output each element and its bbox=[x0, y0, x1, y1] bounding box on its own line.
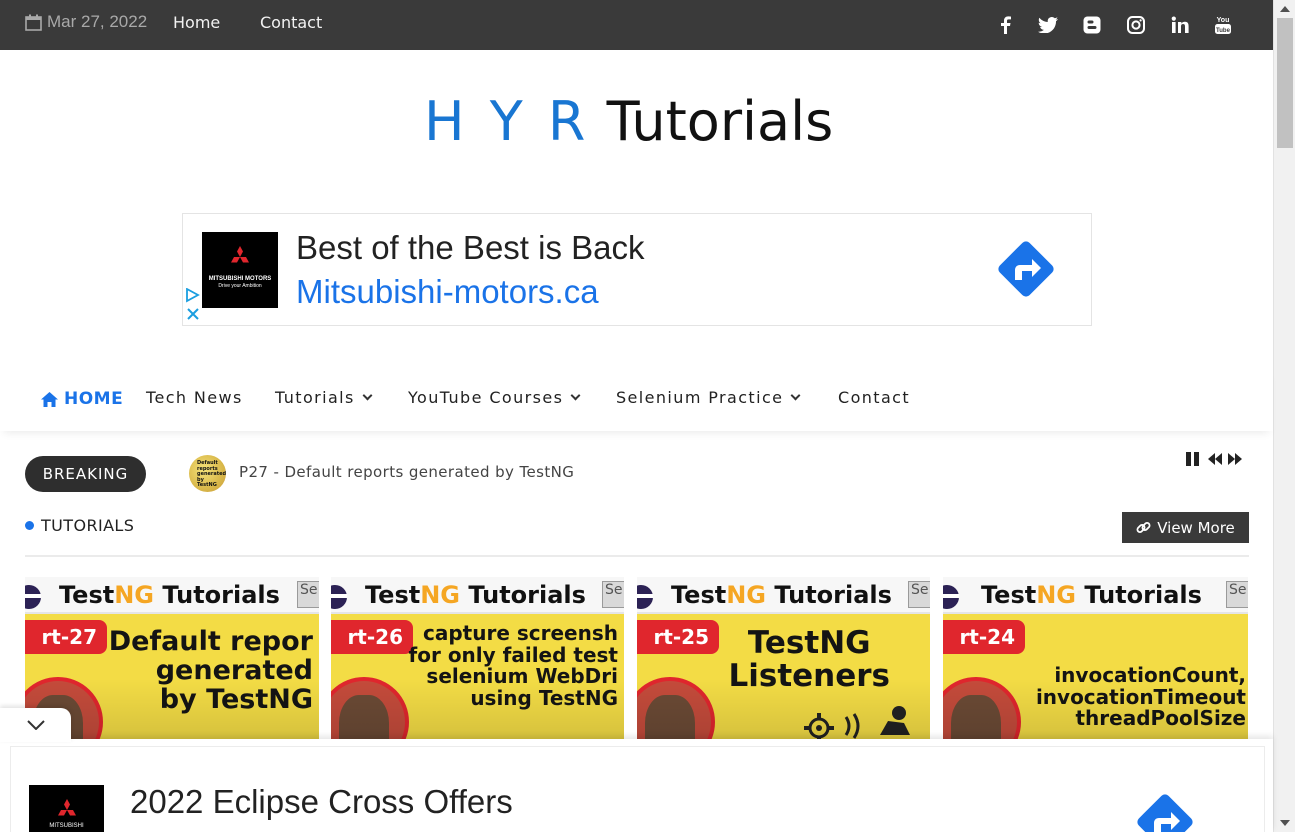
main-nav: HOME Tech News Tutorials YouTube Courses… bbox=[0, 368, 1273, 431]
view-more-label: View More bbox=[1157, 518, 1235, 537]
card-part-badge: rt-25 bbox=[637, 620, 719, 654]
chevron-down-icon bbox=[790, 390, 801, 401]
collapse-ad-button[interactable] bbox=[0, 708, 71, 742]
logo-tutorials: Tutorials bbox=[606, 90, 834, 153]
nav-contact-label: Contact bbox=[838, 388, 911, 407]
chevron-down-icon bbox=[362, 390, 373, 401]
ad-url[interactable]: Mitsubishi-motors.ca bbox=[296, 273, 599, 311]
youtube-icon[interactable]: You Tube bbox=[1212, 14, 1234, 36]
section-title-text: TUTORIALS bbox=[41, 516, 135, 535]
section-dot-icon bbox=[25, 521, 34, 530]
nav-tutorials-label: Tutorials bbox=[275, 388, 355, 407]
card-shade bbox=[943, 679, 1248, 739]
card-part-badge: rt-26 bbox=[331, 620, 413, 654]
ad-brand-text: MITSUBISHI MOTORS bbox=[208, 276, 272, 282]
eclipse-icon bbox=[943, 585, 959, 609]
card-part-badge: rt-27 bbox=[25, 620, 107, 654]
nav-home-label: HOME bbox=[64, 389, 124, 409]
ad-brand-tagline: Drive your Ambition bbox=[218, 283, 262, 290]
selenium-icon: Se bbox=[602, 581, 624, 608]
eclipse-icon bbox=[331, 585, 347, 609]
card-part-badge: rt-24 bbox=[943, 620, 1025, 654]
tutorial-card[interactable]: TestNG Tutorials Se rt-26 capture screen… bbox=[331, 577, 624, 739]
chevron-down-icon bbox=[26, 720, 45, 730]
ad-brand-logo[interactable]: MITSUBISHI MOTORS Drive your Ambition bbox=[202, 232, 278, 308]
mitsubishi-logo-icon bbox=[58, 799, 76, 816]
card-title-band: TestNG Tutorials Se bbox=[943, 577, 1248, 614]
chevron-down-icon bbox=[570, 390, 581, 401]
tutorial-card[interactable]: TestNG Tutorials Se rt-25 TestNG Listene… bbox=[637, 577, 930, 739]
sticky-ad-headline[interactable]: 2022 Eclipse Cross Offers bbox=[130, 783, 513, 821]
logo-hyr: H Y R bbox=[424, 90, 590, 153]
sticky-ad-brand-text: MITSUBISHI bbox=[49, 823, 84, 829]
card-series-title: TestNG Tutorials bbox=[671, 581, 892, 609]
top-link-home[interactable]: Home bbox=[173, 13, 220, 32]
nav-youtube-courses[interactable]: YouTube Courses bbox=[408, 388, 581, 407]
svg-text:You: You bbox=[1217, 17, 1230, 24]
calendar-icon bbox=[25, 14, 42, 31]
pause-icon[interactable] bbox=[1185, 451, 1201, 467]
facebook-icon[interactable] bbox=[994, 14, 1016, 36]
top-link-contact[interactable]: Contact bbox=[260, 13, 322, 32]
date-display: Mar 27, 2022 bbox=[25, 12, 147, 32]
link-icon bbox=[1136, 522, 1151, 533]
twitter-icon[interactable] bbox=[1037, 14, 1059, 36]
blogger-icon[interactable] bbox=[1081, 14, 1103, 36]
nav-home[interactable]: HOME bbox=[41, 389, 123, 409]
card-series-title: TestNG Tutorials bbox=[365, 581, 586, 609]
ad-headline[interactable]: Best of the Best is Back bbox=[296, 229, 645, 267]
ad-banner[interactable]: MITSUBISHI MOTORS Drive your Ambition Be… bbox=[182, 213, 1092, 326]
page-scrollbar[interactable] bbox=[1273, 0, 1295, 832]
sticky-ad-brand-logo[interactable]: MITSUBISHI bbox=[29, 785, 104, 832]
scroll-thumb[interactable] bbox=[1277, 18, 1293, 148]
card-shade bbox=[331, 679, 624, 739]
instagram-icon[interactable] bbox=[1125, 14, 1147, 36]
view-more-button[interactable]: View More bbox=[1122, 512, 1249, 543]
nav-selenium-practice[interactable]: Selenium Practice bbox=[616, 388, 801, 407]
card-series-title: TestNG Tutorials bbox=[59, 581, 280, 609]
site-logo[interactable]: H Y R Tutorials bbox=[424, 95, 833, 149]
eclipse-icon bbox=[25, 585, 41, 609]
fast-forward-icon[interactable] bbox=[1227, 451, 1243, 467]
mitsubishi-logo-icon bbox=[231, 246, 249, 263]
section-divider bbox=[25, 555, 1249, 557]
card-title-band: TestNG Tutorials Se bbox=[331, 577, 624, 614]
nav-tutorials[interactable]: Tutorials bbox=[275, 388, 373, 407]
breaking-badge: BREAKING bbox=[25, 456, 146, 492]
selenium-icon: Se bbox=[297, 581, 319, 608]
ad-directions-icon[interactable] bbox=[995, 238, 1057, 300]
nav-contact[interactable]: Contact bbox=[838, 388, 910, 407]
scroll-down-arrow-icon[interactable] bbox=[1280, 820, 1290, 826]
card-shade bbox=[637, 679, 930, 739]
ticker-thumbnail-text: Default reports generated by TestNG bbox=[197, 460, 226, 488]
card-title-band: TestNG Tutorials Se bbox=[637, 577, 930, 614]
selenium-icon: Se bbox=[1226, 581, 1248, 608]
scroll-up-arrow-icon[interactable] bbox=[1280, 6, 1290, 12]
ad-choices-icon[interactable] bbox=[185, 288, 201, 322]
sticky-ad-directions-icon[interactable] bbox=[1134, 791, 1196, 832]
home-icon bbox=[41, 391, 58, 407]
ticker-headline[interactable]: P27 - Default reports generated by TestN… bbox=[239, 463, 574, 481]
ad-brand-name: MITSUBISHI MOTORS Drive your Ambition bbox=[202, 276, 278, 289]
selenium-icon: Se bbox=[908, 581, 930, 608]
linkedin-icon[interactable] bbox=[1169, 14, 1191, 36]
nav-tech-news[interactable]: Tech News bbox=[146, 388, 243, 407]
svg-text:Tube: Tube bbox=[1216, 28, 1231, 34]
card-series-title: TestNG Tutorials bbox=[981, 581, 1202, 609]
ticker-thumbnail[interactable]: Default reports generated by TestNG bbox=[189, 455, 226, 492]
rewind-icon[interactable] bbox=[1207, 451, 1223, 467]
tutorial-card[interactable]: TestNG Tutorials Se rt-24 invocationCoun… bbox=[943, 577, 1248, 739]
eclipse-icon bbox=[637, 585, 653, 609]
nav-tech-news-label: Tech News bbox=[146, 388, 243, 407]
sticky-ad[interactable]: MITSUBISHI 2022 Eclipse Cross Offers bbox=[0, 739, 1273, 832]
card-title-band: TestNG Tutorials Se bbox=[25, 577, 319, 614]
nav-selenium-practice-label: Selenium Practice bbox=[616, 388, 784, 407]
top-bar: Mar 27, 2022 Home Contact You Tube bbox=[0, 0, 1273, 50]
date-text: Mar 27, 2022 bbox=[47, 12, 148, 31]
nav-youtube-courses-label: YouTube Courses bbox=[408, 388, 564, 407]
section-title-tutorials: TUTORIALS bbox=[25, 516, 134, 535]
